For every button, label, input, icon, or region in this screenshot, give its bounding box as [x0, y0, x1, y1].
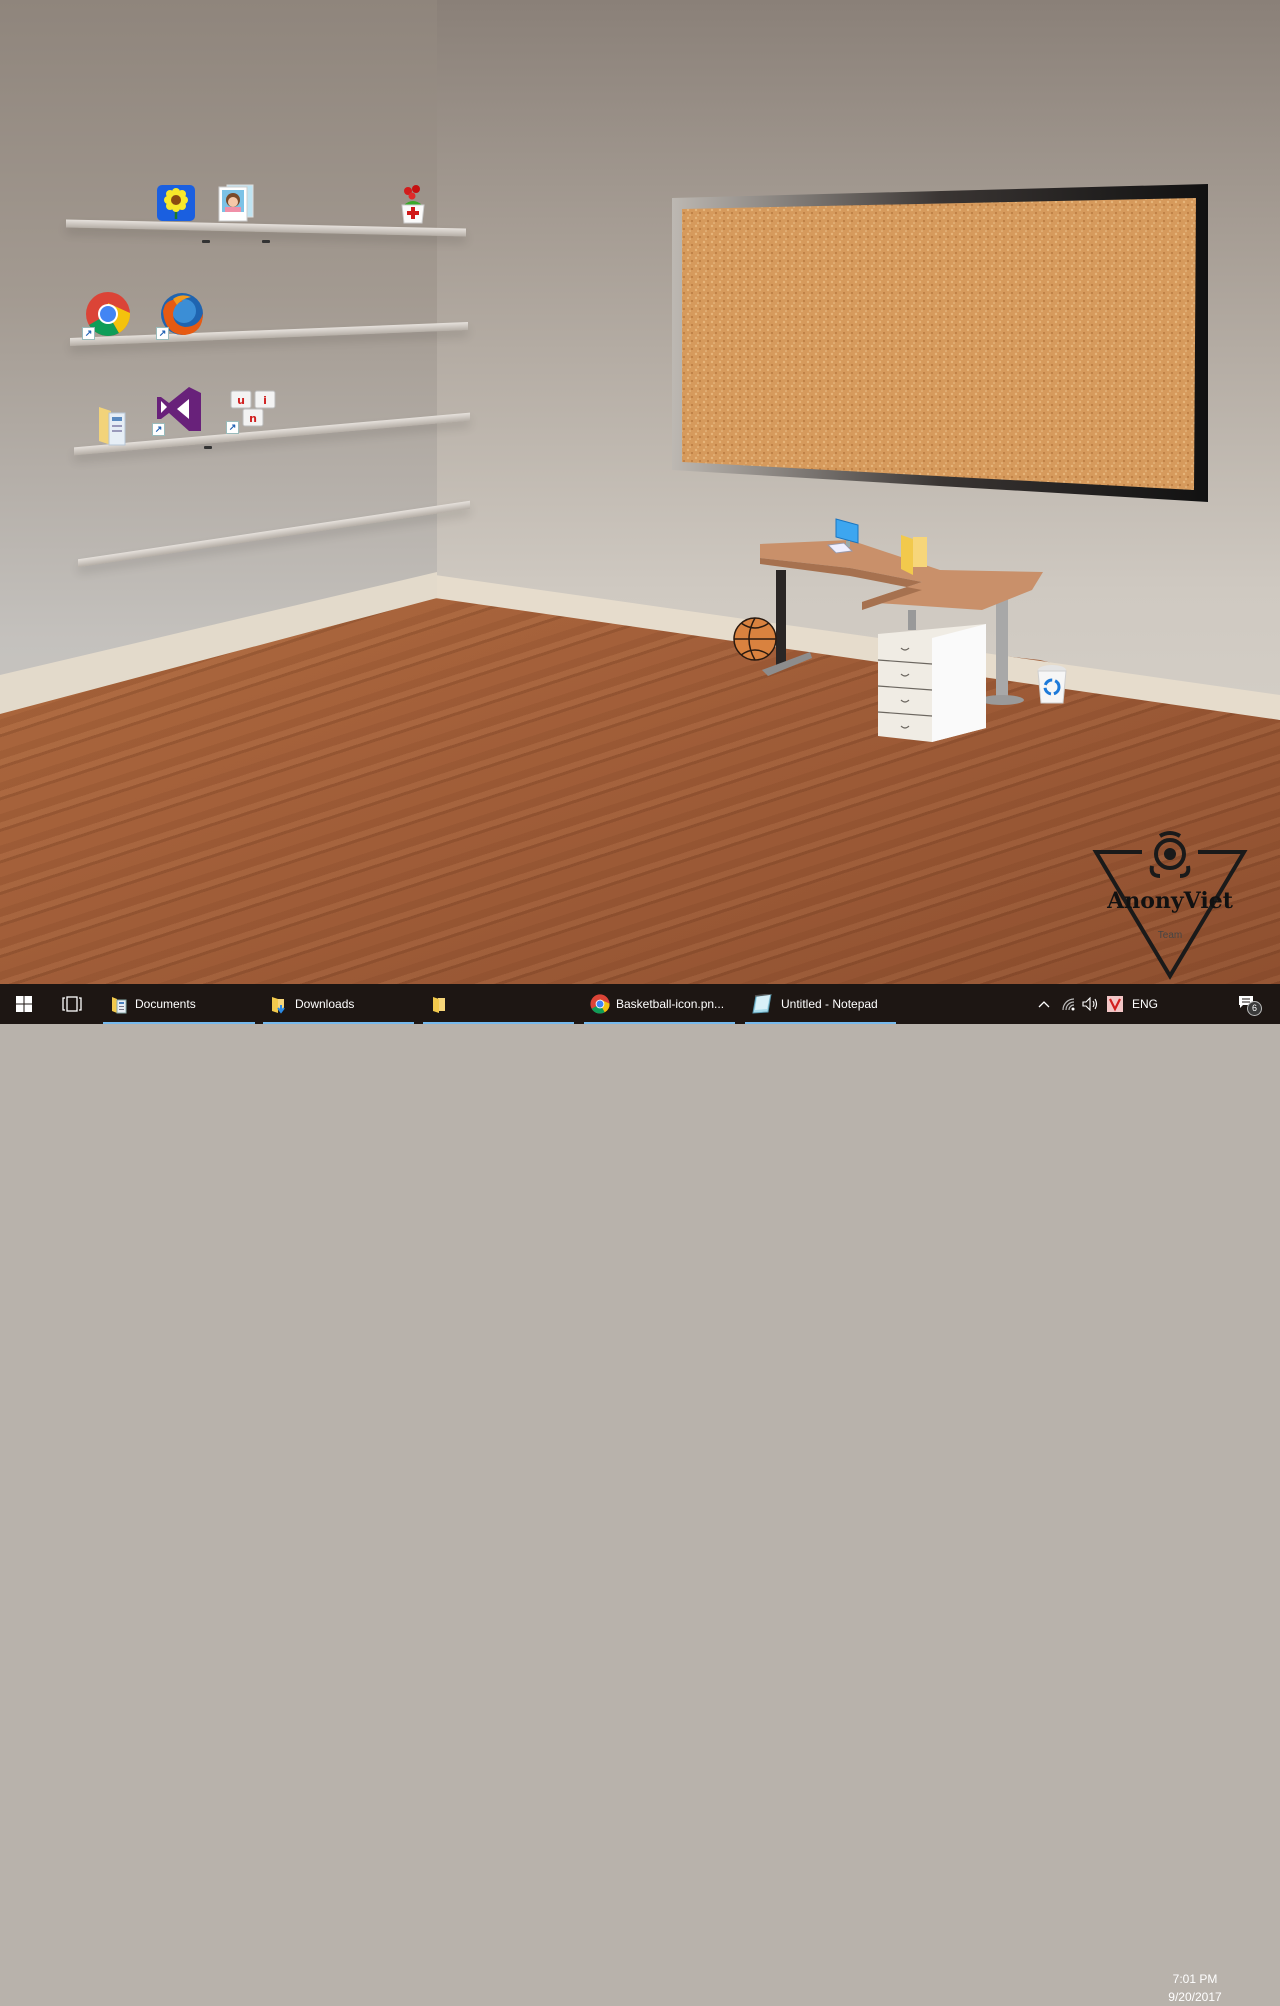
desktop-icon-firefox[interactable]: ↗: [156, 290, 206, 340]
desktop: ↗ ↗ ↗ u i n ↗ AnonyViet Team: [0, 0, 1280, 984]
icon-label-dots: [202, 240, 210, 243]
vietkey-v-icon: [1107, 996, 1123, 1012]
photo-gallery-icon: [218, 184, 254, 222]
input-language-button[interactable]: ENG: [1128, 984, 1162, 1024]
cork-board: [670, 184, 1210, 504]
icon-label-dots: [204, 446, 212, 449]
sunflower-icon: [157, 185, 195, 221]
network-button[interactable]: [1058, 984, 1080, 1024]
taskbar-item-chrome[interactable]: Basketball-icon.pn...: [584, 984, 735, 1024]
desktop-icon-this-pc[interactable]: [822, 516, 866, 558]
clock-button[interactable]: 7:01 PM 9/20/2017: [1160, 1970, 1230, 2006]
volume-button[interactable]: [1080, 984, 1102, 1024]
shortcut-arrow-icon: ↗: [152, 423, 165, 436]
wifi-icon: [1062, 998, 1075, 1011]
desktop-icon-basketball[interactable]: [732, 616, 778, 662]
watermark-title: AnonyViet: [1107, 888, 1233, 914]
desktop-icon-unikey[interactable]: u i n ↗: [226, 388, 278, 434]
shortcut-arrow-icon: ↗: [156, 327, 169, 340]
desktop-icon-recycle-bin[interactable]: [1030, 662, 1074, 706]
desktop-icon-photo-gallery[interactable]: [214, 182, 258, 224]
volume-icon: [1082, 997, 1098, 1011]
basketball-icon: [733, 617, 777, 661]
shortcut-arrow-icon: ↗: [226, 421, 239, 434]
start-button[interactable]: [0, 984, 48, 1024]
watermark-subtitle: Team: [1157, 930, 1183, 941]
taskbar-item-folder[interactable]: [423, 984, 574, 1024]
svg-text:i: i: [263, 394, 267, 407]
action-center-button[interactable]: 6: [1234, 984, 1264, 1024]
taskbar-item-label: Documents: [135, 997, 196, 1011]
recycle-bin-icon: [1037, 665, 1067, 704]
chevron-up-icon: [1038, 1001, 1050, 1008]
desktop-icon-folder-documents[interactable]: [96, 402, 128, 448]
shortcut-arrow-icon: ↗: [82, 327, 95, 340]
notification-count-badge: 6: [1247, 1001, 1262, 1016]
vietkey-tray-button[interactable]: [1104, 984, 1126, 1024]
show-hidden-icons-button[interactable]: [1034, 984, 1054, 1024]
chrome-icon: [590, 994, 610, 1014]
taskbar-item-documents[interactable]: Documents: [103, 984, 255, 1024]
folder-icon: [431, 996, 447, 1013]
desktop-icon-visual-studio[interactable]: ↗: [152, 384, 204, 436]
desktop-icon-folder[interactable]: [898, 530, 930, 576]
svg-text:n: n: [249, 412, 257, 425]
language-label: ENG: [1131, 997, 1158, 1011]
windows-logo-icon: [16, 996, 32, 1012]
taskbar-item-notepad[interactable]: Untitled - Notepad: [745, 984, 896, 1024]
notepad-icon: [751, 993, 773, 1014]
folder-documents-icon: [111, 996, 127, 1014]
folder-icon: [901, 535, 927, 575]
clock-date: 9/20/2017: [1168, 1990, 1222, 2004]
taskbar-item-label: Untitled - Notepad: [781, 997, 878, 1011]
taskbar-item-label: Basketball-icon.pn...: [616, 997, 725, 1011]
folder-downloads-icon: [271, 996, 287, 1014]
flower-pot-icon: [401, 185, 425, 224]
clock-time: 7:01 PM: [1172, 1972, 1218, 1986]
this-pc-icon: [826, 518, 859, 554]
task-view-icon: [62, 996, 82, 1012]
desktop-icon-flower-pot[interactable]: [392, 182, 434, 228]
taskbar-item-label: Downloads: [295, 997, 355, 1011]
icon-label-dots: [262, 240, 270, 243]
svg-text:u: u: [237, 394, 245, 407]
desktop-icon-sunflower[interactable]: [154, 182, 198, 224]
desktop-icon-chrome[interactable]: ↗: [82, 290, 132, 340]
folder-documents-icon: [99, 407, 126, 446]
taskbar: Documents Downloads Basketball-icon.pn..…: [0, 984, 1280, 2004]
task-view-button[interactable]: [48, 984, 96, 1024]
watermark-logo: AnonyViet Team: [1090, 830, 1250, 980]
taskbar-item-downloads[interactable]: Downloads: [263, 984, 414, 1024]
